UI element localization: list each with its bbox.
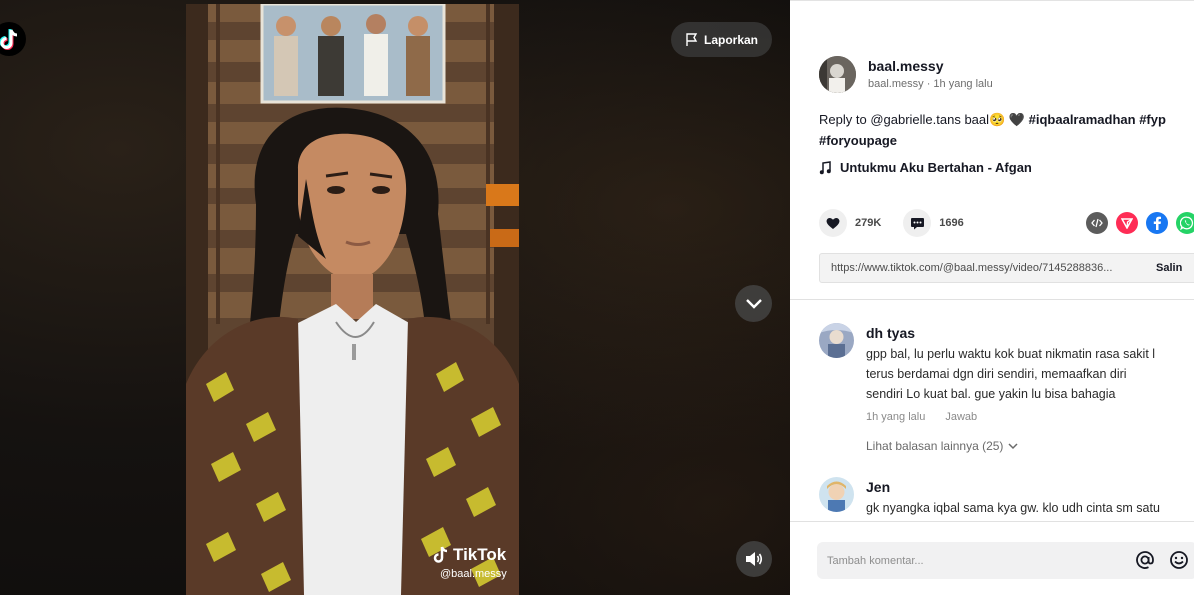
watermark-username: @baal.messy — [440, 568, 507, 580]
music-note-icon — [819, 160, 831, 174]
author-username[interactable]: baal.messy — [868, 58, 993, 74]
report-label: Laporkan — [703, 32, 758, 47]
commenter-username[interactable]: dh tyas — [866, 325, 1155, 341]
author-avatar[interactable] — [819, 56, 856, 93]
comment-item: dh tyas gpp bal, lu perlu waktu kok buat… — [819, 323, 1155, 453]
comment-input[interactable] — [817, 554, 1117, 567]
reply-button[interactable]: Jawab — [945, 411, 977, 423]
send-icon[interactable] — [1116, 212, 1138, 234]
comment-input-box[interactable] — [817, 542, 1194, 579]
tiktok-video-page: TikTok @baal.messy Laporkan baal.messy b… — [0, 0, 1194, 595]
music-title: Untukmu Aku Bertahan - Afgan — [840, 160, 1032, 175]
chevron-down-icon — [745, 298, 762, 309]
hashtag[interactable]: #iqbaalramadhan — [1029, 112, 1136, 127]
commenter-username[interactable]: Jen — [866, 479, 1160, 495]
video-player-area[interactable]: TikTok @baal.messy Laporkan — [0, 0, 790, 595]
facebook-icon[interactable] — [1146, 212, 1168, 234]
comment-button[interactable] — [903, 209, 932, 237]
video-still-image — [186, 4, 519, 595]
music-link[interactable]: Untukmu Aku Bertahan - Afgan — [819, 160, 1032, 175]
comment-text-line: gpp bal, lu perlu waktu kok buat nikmati… — [866, 347, 1156, 361]
commenter-avatar[interactable] — [819, 477, 854, 512]
chevron-down-icon — [1008, 442, 1018, 449]
comment-count: 1696 — [939, 217, 964, 229]
video-details-panel: baal.messy baal.messy · 1h yang lalu Rep… — [790, 0, 1194, 595]
watermark-brand: TikTok — [453, 545, 507, 564]
mention-icon[interactable] — [1135, 550, 1155, 570]
view-more-replies[interactable]: Lihat balasan lainnya (25) — [866, 439, 1155, 453]
section-divider — [790, 299, 1194, 300]
video-frame[interactable] — [186, 4, 519, 595]
volume-button[interactable] — [736, 541, 772, 577]
hashtag[interactable]: #fyp — [1139, 112, 1166, 127]
comment-composer — [790, 521, 1194, 595]
next-video-button[interactable] — [735, 285, 772, 322]
copy-link-button[interactable]: Salin — [1156, 262, 1182, 274]
comment-item: Jen gk nyangka iqbal sama kya gw. klo ud… — [819, 477, 1160, 518]
engagement-actions: 279K 1696 — [819, 209, 986, 237]
like-count: 279K — [855, 217, 882, 229]
video-caption: Reply to @gabrielle.tans baal🥺 🖤 #iqbaal… — [819, 109, 1194, 151]
share-link-url[interactable]: https://www.tiktok.com/@baal.messy/video… — [820, 262, 1156, 274]
comment-text-line: terus berdamai dgn diri sendiri, memaafk… — [866, 367, 1127, 381]
author-meta: baal.messy · 1h yang lalu — [868, 78, 993, 90]
comment-meta: 1h yang lalu Jawab — [866, 411, 1155, 423]
comment-time: 1h yang lalu — [866, 411, 926, 423]
caption-reply-prefix: Reply to — [819, 112, 871, 127]
view-more-replies-label: Lihat balasan lainnya (25) — [866, 439, 1004, 453]
share-icons — [1086, 212, 1194, 234]
comment-text-line: gk nyangka iqbal sama kya gw. klo udh ci… — [866, 501, 1160, 515]
tiktok-watermark: TikTok @baal.messy — [432, 545, 507, 580]
whatsapp-icon[interactable] — [1176, 212, 1194, 234]
tiktok-logo-icon[interactable] — [0, 22, 26, 56]
caption-text: baal🥺 🖤 — [960, 112, 1029, 127]
comment-text: gpp bal, lu perlu waktu kok buat nikmati… — [866, 344, 1155, 404]
flag-icon — [686, 32, 698, 46]
report-button[interactable]: Laporkan — [671, 22, 772, 57]
commenter-avatar[interactable] — [819, 323, 854, 358]
tiktok-watermark-icon — [433, 546, 448, 563]
hashtag[interactable]: #foryoupage — [819, 133, 897, 148]
volume-icon — [746, 552, 763, 566]
emoji-icon[interactable] — [1169, 550, 1189, 570]
share-link-box: https://www.tiktok.com/@baal.messy/video… — [819, 253, 1194, 283]
comment-bubble-icon — [910, 217, 924, 229]
like-button[interactable] — [819, 209, 847, 237]
heart-icon — [826, 217, 840, 229]
embed-icon[interactable] — [1086, 212, 1108, 234]
caption-reply-user[interactable]: @gabrielle.tans — [870, 112, 961, 127]
comment-text: gk nyangka iqbal sama kya gw. klo udh ci… — [866, 498, 1160, 518]
author-header[interactable]: baal.messy baal.messy · 1h yang lalu — [819, 56, 993, 93]
comment-text-line: sendiri Lo kuat bal. gue yakin lu bisa b… — [866, 387, 1116, 401]
